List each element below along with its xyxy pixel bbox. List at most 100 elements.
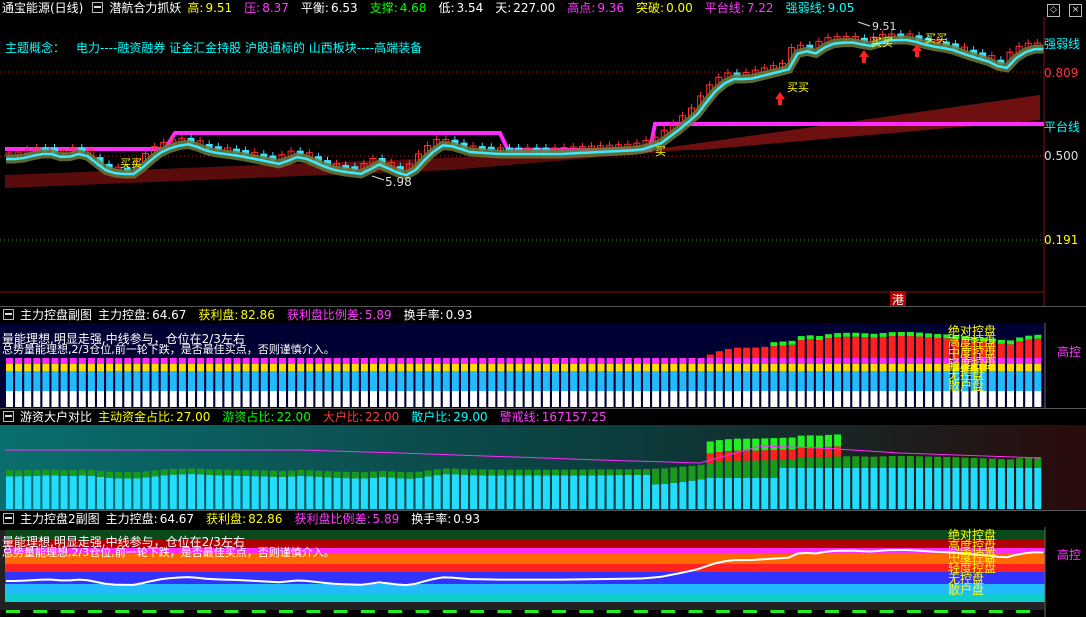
capital-bar: [242, 469, 250, 476]
control-bar: [242, 371, 250, 381]
capital-bar: [597, 469, 605, 476]
control-bar: [360, 364, 368, 371]
capital-bar: [570, 475, 578, 509]
control-bar: [315, 371, 323, 381]
control-bar: [706, 381, 714, 391]
capital-bar: [1034, 468, 1042, 509]
capital-bar: [1007, 468, 1014, 509]
control-bar: [60, 391, 68, 407]
sub-chart-control[interactable]: 主力控盘副图 主力控盘: 64.67 获利盘: 82.86 获利盘比例差: 5.89 换手率:…: [0, 306, 1086, 408]
volume-tick: [934, 610, 949, 613]
capital-bar: [897, 468, 905, 509]
control-bar: [679, 391, 687, 407]
control-bar: [652, 364, 660, 371]
control-bar: [979, 391, 987, 407]
capital-bar: [133, 478, 141, 509]
control-bar: [333, 364, 341, 371]
control-bar: [406, 381, 414, 391]
control-bar: [169, 358, 177, 364]
control-bar: [633, 391, 641, 407]
control-bar: [615, 358, 623, 364]
control-bar: [579, 364, 587, 371]
control-bar: [1034, 358, 1042, 364]
control-bar: [834, 337, 842, 358]
capital-bar: [324, 471, 332, 478]
control-bar: [497, 364, 505, 371]
up-arrow-icon: [859, 50, 869, 63]
control-bar: [533, 381, 541, 391]
capital-bar: [806, 457, 814, 468]
sub-chart-capital[interactable]: 游资大户对比 主动资金占比: 27.00 游资占比: 22.00 大户比: 22.00 散户比…: [0, 408, 1086, 510]
control-bar: [169, 371, 177, 381]
control-bar: [51, 391, 59, 407]
volume-tick: [988, 610, 1003, 613]
control-bar: [743, 347, 751, 358]
control-bar: [233, 364, 241, 371]
control-bar: [269, 381, 277, 391]
control-bar: [542, 381, 550, 391]
control-bar: [870, 333, 878, 338]
main-chart-pane[interactable]: 通宝能源(日线) 潜航合力抓妖 高: 9.51 压: 8.37 平衡: 6.53 支撑: 4.68…: [0, 0, 1086, 306]
control-bar: [952, 391, 960, 407]
control-bar: [42, 364, 50, 371]
control-bar: [233, 371, 241, 381]
capital-bar: [579, 469, 587, 476]
control-bar: [688, 391, 696, 407]
control-bar: [542, 371, 550, 381]
price-chart[interactable]: [0, 0, 1086, 306]
capital-bar: [834, 446, 842, 457]
control-bar: [934, 364, 942, 371]
capital-bar: [797, 447, 805, 458]
control-bar: [633, 381, 641, 391]
control-bar: [897, 364, 905, 371]
capital-bar: [279, 470, 286, 477]
control-bars[interactable]: [0, 306, 1086, 408]
sub-chart-control-2[interactable]: 主力控盘2副图 主力控盘: 64.67 获利盘: 82.86 获利盘比例差: 5.89 换手率…: [0, 510, 1086, 617]
control-bar: [197, 381, 205, 391]
control-bar: [97, 371, 104, 381]
capital-bar: [24, 476, 32, 509]
capital-bar: [188, 468, 195, 475]
control-bar: [461, 391, 468, 407]
capital-bar: [815, 435, 823, 448]
control-bands[interactable]: [0, 510, 1086, 617]
control-bar: [479, 358, 487, 364]
capital-bar: [297, 475, 305, 509]
control-bar: [397, 358, 405, 364]
control-bar: [888, 371, 896, 381]
capital-bar: [488, 469, 496, 476]
control-bar: [133, 391, 141, 407]
capital-bar: [1007, 459, 1014, 468]
control-bar: [815, 371, 823, 381]
volume-tick: [33, 610, 48, 613]
control-bar: [861, 364, 869, 371]
control-bar: [78, 364, 86, 371]
capital-bars[interactable]: [0, 408, 1086, 510]
capital-bar: [260, 476, 268, 509]
volume-tick: [961, 610, 976, 613]
control-bar: [342, 371, 350, 381]
control-bar: [269, 371, 277, 381]
control-bar: [424, 358, 432, 364]
control-bar: [724, 348, 732, 358]
control-bar: [133, 364, 141, 371]
capital-bar: [524, 469, 532, 476]
control-bar: [415, 371, 423, 381]
control-bar: [770, 346, 778, 358]
control-bar: [306, 381, 314, 391]
capital-bar: [297, 470, 305, 476]
control-bar: [488, 371, 496, 381]
control-bar: [188, 358, 195, 364]
capital-bar: [988, 458, 996, 468]
capital-bar: [688, 465, 696, 481]
control-bar: [33, 391, 41, 407]
volume-tick: [442, 610, 457, 613]
control-bar: [743, 364, 751, 371]
control-bar: [279, 364, 286, 371]
control-bar: [906, 358, 914, 364]
control-bar: [879, 381, 887, 391]
capital-bar: [743, 478, 751, 509]
control-bar: [78, 391, 86, 407]
control-bar: [997, 339, 1005, 344]
control-bar: [260, 358, 268, 364]
